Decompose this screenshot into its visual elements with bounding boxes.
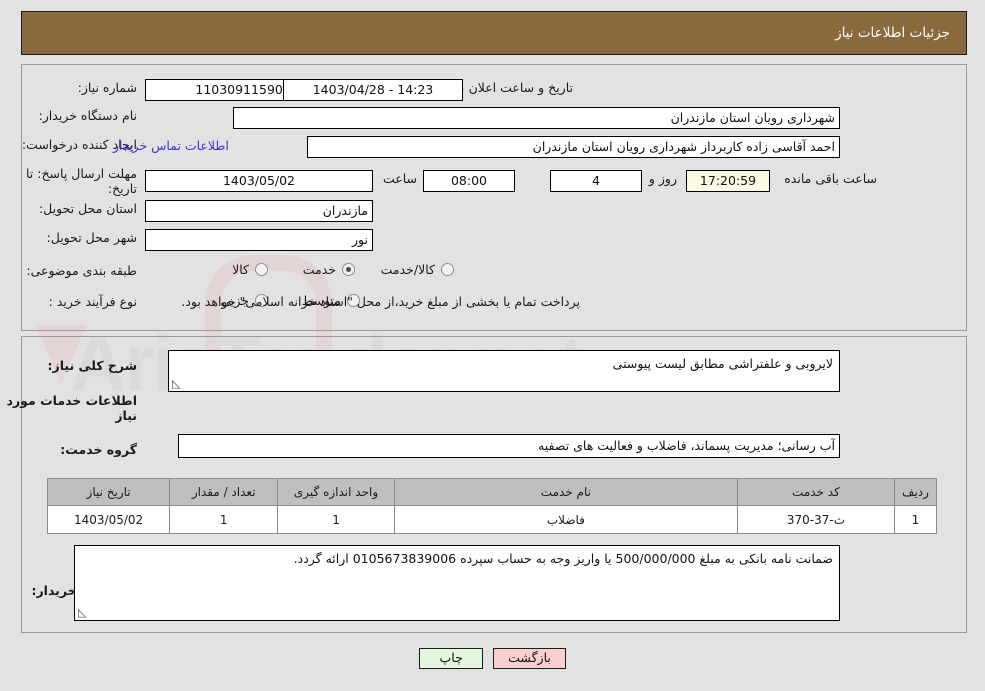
general-desc-value: لایروبی و علفتراشی مطابق لیست پیوستی — [612, 356, 833, 371]
need-number-label: شماره نیاز: — [77, 80, 137, 95]
need-summary-panel — [21, 64, 967, 331]
deadline-time-value: 08:00 — [423, 170, 515, 192]
purchase-process-row: نوع فرآیند خرید : — [49, 294, 137, 309]
purchase-process-note: پرداخت تمام یا بخشی از مبلغ خرید،از محل … — [181, 294, 580, 309]
category-radio-khedmat[interactable] — [342, 263, 355, 276]
province-value: مازندران — [145, 200, 373, 222]
city-row: شهر محل تحویل: — [47, 230, 137, 245]
category-radio-khedmat-label: خدمت — [302, 262, 336, 277]
need-number-row: شماره نیاز: — [78, 80, 137, 95]
province-row: استان محل تحویل: — [39, 201, 137, 216]
th-quantity: تعداد / مقدار — [169, 478, 279, 506]
category-row: طبقه بندی موضوعی: — [26, 263, 137, 278]
cell-radif: 1 — [893, 505, 938, 534]
service-group-label: گروه خدمت: — [60, 442, 137, 457]
purchase-process-label: نوع فرآیند خرید : — [48, 294, 137, 309]
service-group-row: گروه خدمت: — [60, 442, 137, 457]
general-desc-row: شرح کلی نیاز: — [48, 358, 137, 373]
buyer-notes-textarea[interactable]: ضمانت نامه بانکی به مبلغ 500/000/000 یا … — [74, 545, 840, 621]
th-unit: واحد اندازه گیری — [277, 478, 395, 506]
deadline-countdown-suffix-row: ساعت باقی مانده — [784, 171, 877, 186]
back-button[interactable]: بازگشت — [493, 648, 566, 669]
deadline-days-suffix-row: روز و — [649, 171, 677, 186]
service-group-value: آب رسانی؛ مدیریت پسماند، فاضلاب و فعالیت… — [178, 434, 840, 458]
button-bar: بازگشت چاپ — [0, 648, 985, 669]
table-header-row: ردیف کد خدمت نام خدمت واحد اندازه گیری ت… — [46, 478, 938, 506]
province-label: استان محل تحویل: — [38, 201, 137, 216]
th-service-code: کد خدمت — [736, 478, 895, 506]
print-button[interactable]: چاپ — [419, 648, 484, 669]
city-label: شهر محل تحویل: — [46, 230, 137, 245]
th-radif: ردیف — [893, 478, 938, 506]
category-option-khedmat[interactable]: خدمت — [303, 262, 355, 277]
category-option-kala-khedmat[interactable]: کالا/خدمت — [381, 262, 454, 277]
table-row: 1 ث-37-370 فاضلاب 1 1 1403/05/02 — [46, 505, 938, 534]
general-desc-label: شرح کلی نیاز: — [47, 358, 137, 373]
category-radio-kala-khedmat[interactable] — [441, 263, 454, 276]
requester-value: احمد آقاسی زاده کاربرداز شهرداری رویان ا… — [307, 136, 840, 158]
buyer-notes-value: ضمانت نامه بانکی به مبلغ 500/000/000 یا … — [293, 551, 833, 566]
purchase-process-note-row: پرداخت تمام یا بخشی از مبلغ خرید،از محل … — [181, 294, 580, 309]
deadline-days-value: 4 — [550, 170, 642, 192]
deadline-countdown-suffix: ساعت باقی مانده — [784, 171, 877, 186]
th-service-name: نام خدمت — [393, 478, 738, 506]
cell-service-code: ث-37-370 — [736, 505, 895, 534]
deadline-time-label: ساعت — [382, 171, 417, 186]
deadline-countdown-value: 17:20:59 — [686, 170, 770, 192]
deadline-date-value: 1403/05/02 — [145, 170, 373, 192]
page-title: جزئیات اطلاعات نیاز — [835, 25, 950, 41]
cell-need-date: 1403/05/02 — [46, 505, 171, 534]
announce-datetime-value: 1403/04/28 - 14:23 — [283, 79, 463, 101]
buyer-org-row: نام دستگاه خریدار: — [39, 108, 137, 123]
cell-quantity: 1 — [169, 505, 279, 534]
category-radio-kala-khedmat-label: کالا/خدمت — [380, 262, 435, 277]
deadline-row: مهلت ارسال پاسخ: تا تاریخ: — [19, 166, 137, 196]
buyer-contact-link[interactable]: اطلاعات تماس خریدار — [113, 138, 229, 153]
category-option-kala[interactable]: کالا — [232, 262, 268, 277]
th-need-date: تاریخ نیاز — [46, 478, 171, 506]
buyer-contact-link-row[interactable]: اطلاعات تماس خریدار — [113, 138, 229, 153]
service-items-table: ردیف کد خدمت نام خدمت واحد اندازه گیری ت… — [46, 478, 938, 534]
category-radio-kala[interactable] — [255, 263, 268, 276]
page-header: جزئیات اطلاعات نیاز — [21, 11, 967, 55]
buyer-org-label: نام دستگاه خریدار: — [38, 108, 137, 123]
resize-grip-icon[interactable]: ◺ — [78, 607, 88, 618]
category-radio-kala-label: کالا — [232, 262, 249, 277]
services-section-title: اطلاعات خدمات مورد نیاز — [6, 393, 137, 423]
category-label: طبقه بندی موضوعی: — [26, 263, 137, 278]
deadline-label: مهلت ارسال پاسخ: تا تاریخ: — [26, 166, 137, 196]
resize-grip-icon[interactable]: ◺ — [172, 378, 182, 389]
deadline-time-label-row: ساعت — [383, 171, 417, 186]
general-desc-textarea[interactable]: لایروبی و علفتراشی مطابق لیست پیوستی ◺ — [168, 350, 840, 392]
cell-unit: 1 — [277, 505, 395, 534]
city-value: نور — [145, 229, 373, 251]
deadline-days-suffix: روز و — [648, 171, 677, 186]
buyer-org-value: شهرداری رویان استان مازندران — [233, 107, 840, 129]
cell-service-name: فاضلاب — [393, 505, 738, 534]
